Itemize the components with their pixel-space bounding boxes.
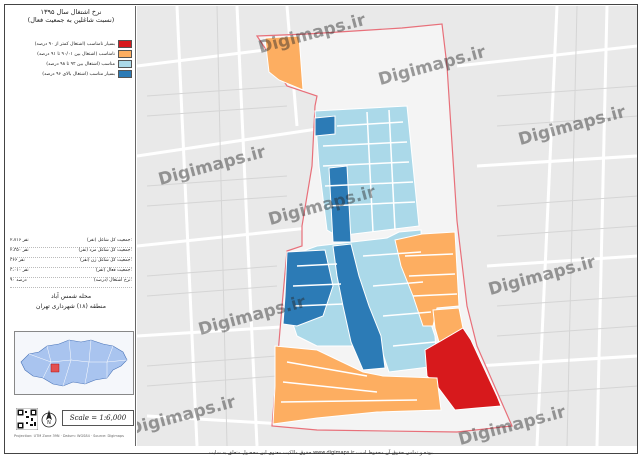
legend-label: بسیار نامناسب (اشتغال کمتر از ۹۰ درصد) [34,41,115,47]
neighborhood-name: محله شمس آباد [50,293,92,300]
legend-label: نامناسب (اشتغال بین ۹۰/۰۱ تا ۹۱ درصد) [37,51,115,57]
map-title: نرخ اشتغال سال ۱۳۹۵ (نسبت شاغلین به جمعی… [6,8,136,24]
legend-panel: نرخ اشتغال سال ۱۳۹۵ (نسبت شاغلین به جمعی… [6,6,136,446]
stat-value: ۳،۰۱۰ نفر [10,268,29,273]
stat-label: جمعیت کل شاغل (نفر): [86,238,132,243]
legend-swatch [118,50,132,58]
title-line-2: (نسبت شاغلین به جمعیت فعال) [27,16,115,24]
stat-row: جمعیت کل شاغل زن (نفر): ۳۶۶ نفر [10,258,132,268]
copyright-text: حقوق مالکیت معنوی این محصول متعلق به سای… [208,450,435,456]
stats-table: جمعیت کل شاغل (نفر): ۲،۷۱۶ نفر جمعیت کل ش… [10,238,132,288]
stat-row: جمعیت فعال (نفر): ۳،۰۱۰ نفر [10,268,132,278]
stat-value: ۹۰ درصد [10,278,27,283]
svg-text:N: N [47,420,51,426]
legend-item: بسیار نامناسب (اشتغال کمتر از ۹۰ درصد) [10,39,132,49]
stat-label: جمعیت کل شاغل مرد (نفر): [78,248,132,253]
stat-value: ۳۶۶ نفر [10,258,25,263]
qr-code-icon [16,408,38,430]
legend-label: مناسب (اشتغال بین ۹۲ تا ۹۸ درصد) [46,61,115,67]
legend-swatch [118,40,132,48]
legend-swatch [118,70,132,78]
legend-item: مناسب (اشتغال بین ۹۲ تا ۹۸ درصد) [10,59,132,69]
stat-row: جمعیت کل شاغل مرد (نفر): ۲،۳۵۰ نفر [10,248,132,258]
map-footer: N Scale = 1:6,000 Projection: UTM Zone 3… [12,398,136,444]
north-arrow-icon: N [41,410,57,428]
legend-item: بسیار مناسب (اشتغال بالای ۹۶ درصد) [10,69,132,79]
district-name: منطقه (۱۸) شهرداری تهران [36,303,106,310]
stat-value: ۲،۳۵۰ نفر [10,248,29,253]
stat-row: نرخ اشتغال (درصد): ۹۰ درصد [10,278,132,288]
tehran-outline [20,339,128,387]
stat-row: جمعیت کل شاغل (نفر): ۲،۷۱۶ نفر [10,238,132,248]
legend-item: نامناسب (اشتغال بین ۹۰/۰۱ تا ۹۱ درصد) [10,49,132,59]
title-line-1: نرخ اشتغال سال ۱۳۹۵ [40,8,102,16]
block-very-good[interactable] [314,115,336,137]
map-canvas[interactable]: Digimaps.ir Digimaps.ir Digimaps.ir Digi… [137,6,637,446]
area-title: محله شمس آباد منطقه (۱۸) شهرداری تهران [6,292,136,312]
stat-value: ۲،۷۱۶ نفر [10,238,29,243]
stat-label: جمعیت فعال (نفر): [95,268,132,273]
legend: بسیار نامناسب (اشتغال کمتر از ۹۰ درصد) ن… [10,39,132,79]
scale-label: Scale = 1:6,000 [62,410,134,426]
locator-inset-map [14,331,134,395]
legend-swatch [118,60,132,68]
stat-label: نرخ اشتغال (درصد): [93,278,132,283]
stat-label: جمعیت کل شاغل زن (نفر): [79,258,132,263]
credit-line: Projection: UTM Zone 39N · Datum: WGS84 … [14,434,124,438]
highlight-district [50,363,60,373]
legend-label: بسیار مناسب (اشتغال بالای ۹۶ درصد) [42,71,115,77]
